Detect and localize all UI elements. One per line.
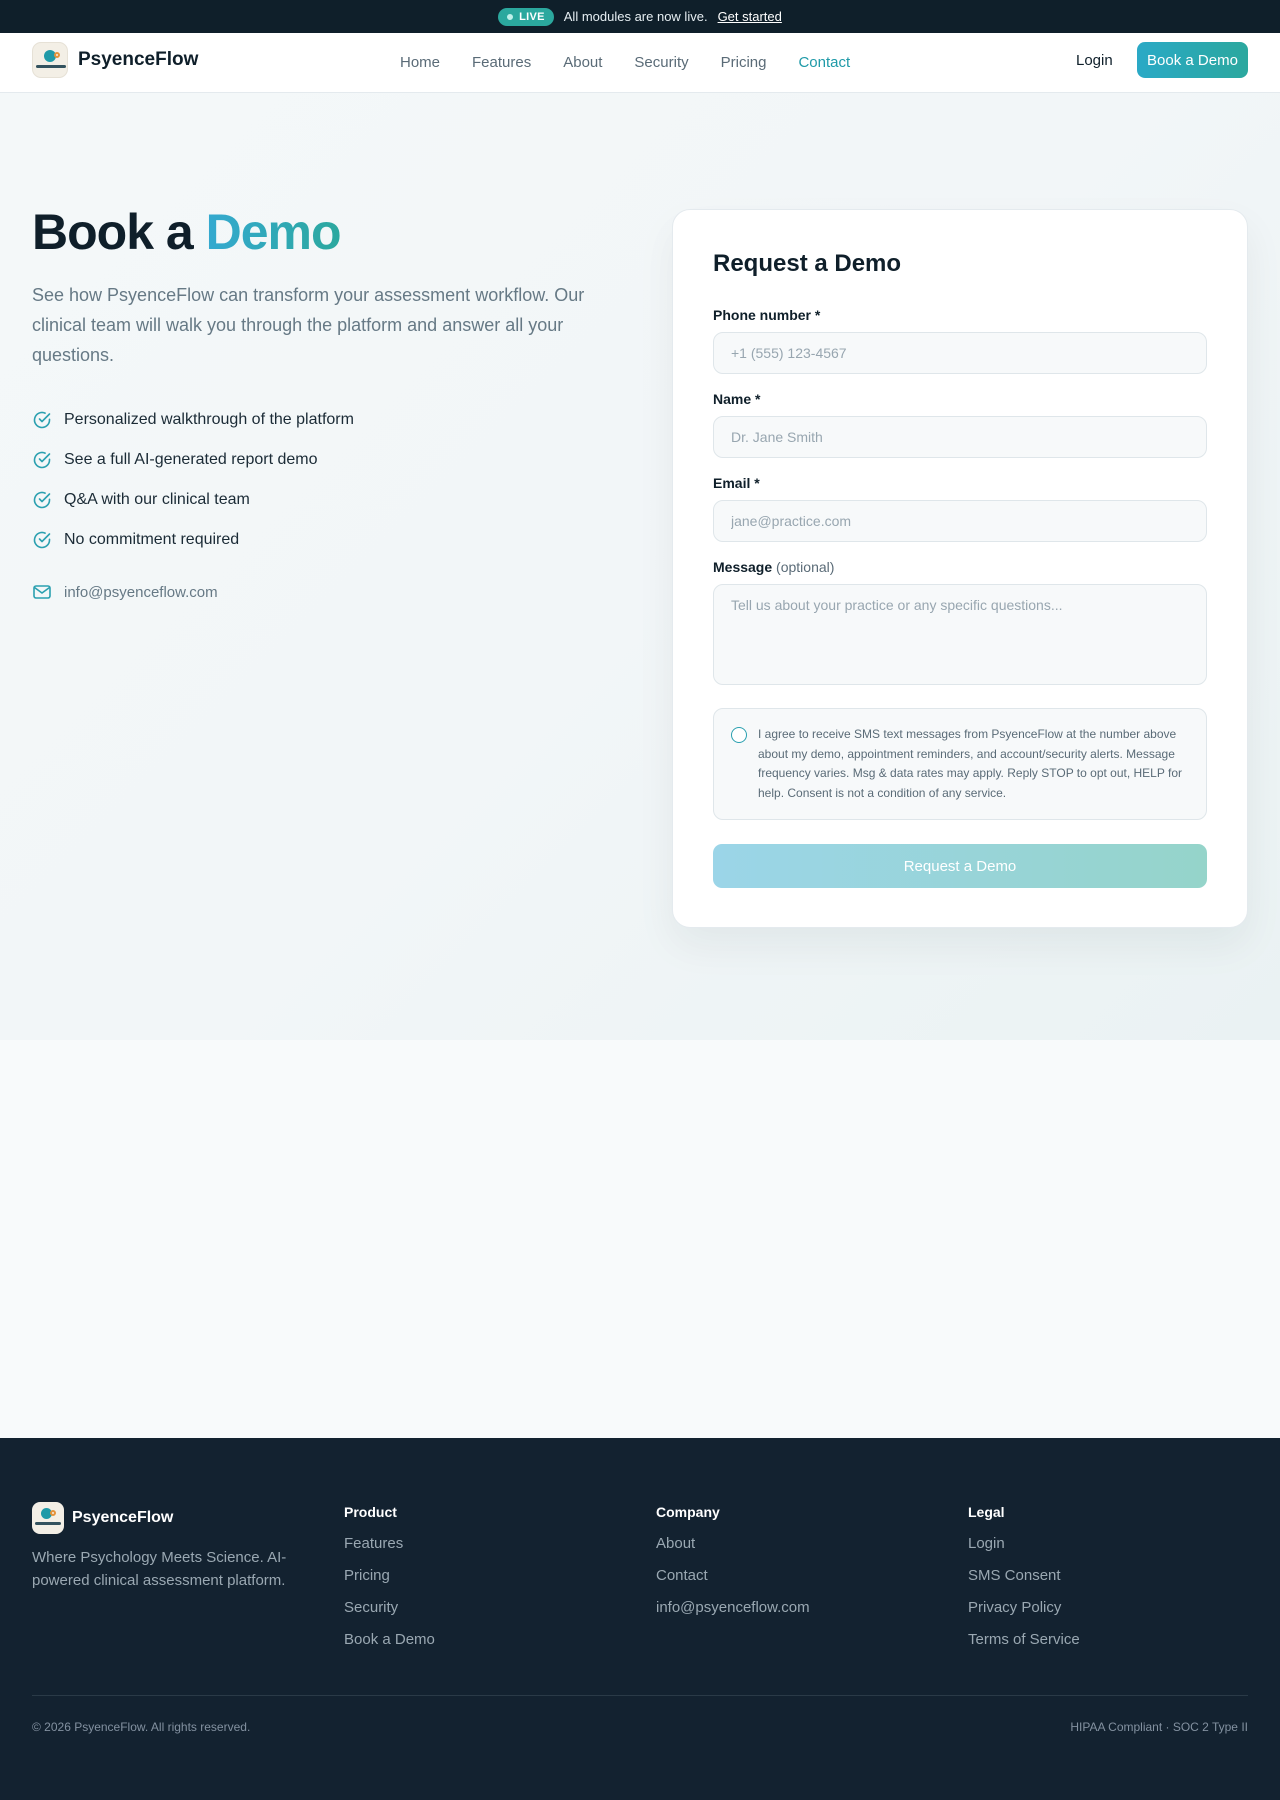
sms-consent-checkbox[interactable] — [731, 727, 747, 743]
footer-logo-icon — [32, 1502, 64, 1534]
phone-input[interactable] — [713, 332, 1207, 374]
footer-brand-name: PsyenceFlow — [72, 1509, 174, 1526]
footer-column-title: Legal — [968, 1504, 1005, 1520]
login-link[interactable]: Login — [1076, 52, 1113, 69]
footer-link-sms-consent[interactable]: SMS Consent — [968, 1566, 1080, 1598]
benefit-text: Personalized walkthrough of the platform — [64, 411, 354, 428]
phone-label: Phone number * — [713, 307, 821, 323]
live-badge-label: LIVE — [519, 10, 545, 23]
footer-link-contact[interactable]: Contact — [656, 1566, 810, 1598]
get-started-link[interactable]: Get started — [718, 9, 782, 24]
benefit-item: See a full AI-generated report demo — [32, 440, 354, 480]
footer-link-privacy-policy[interactable]: Privacy Policy — [968, 1598, 1080, 1630]
footer-column-title: Product — [344, 1504, 397, 1520]
message-label: Message (optional) — [713, 559, 834, 575]
nav-link-pricing[interactable]: Pricing — [721, 54, 767, 71]
contact-email[interactable]: info@psyenceflow.com — [32, 582, 218, 602]
contact-email-text: info@psyenceflow.com — [64, 583, 218, 601]
request-demo-submit-button[interactable]: Request a Demo — [713, 844, 1207, 888]
name-label: Name * — [713, 391, 761, 407]
message-optional-hint: (optional) — [776, 559, 835, 575]
footer-brand[interactable]: PsyenceFlow — [32, 1502, 173, 1534]
demo-request-card: Request a Demo Phone number * Name * Ema… — [672, 209, 1248, 928]
footer-link-terms[interactable]: Terms of Service — [968, 1630, 1080, 1662]
hero-subtitle: See how PsyenceFlow can transform your a… — [32, 285, 585, 365]
check-circle-icon — [33, 531, 51, 549]
announcement-bar: LIVE All modules are now live. Get start… — [0, 0, 1280, 33]
benefit-item: Q&A with our clinical team — [32, 480, 354, 520]
footer-link-security[interactable]: Security — [344, 1598, 435, 1630]
footer-divider — [32, 1695, 1248, 1696]
footer-link-email[interactable]: info@psyenceflow.com — [656, 1598, 810, 1630]
footer-link-about[interactable]: About — [656, 1534, 810, 1566]
footer-column-company: Company About Contact info@psyenceflow.c… — [656, 1504, 810, 1630]
email-input[interactable] — [713, 500, 1207, 542]
form-title: Request a Demo — [713, 250, 902, 277]
footer-column-product: Product Features Pricing Security Book a… — [344, 1504, 435, 1662]
footer-link-pricing[interactable]: Pricing — [344, 1566, 435, 1598]
benefit-item: No commitment required — [32, 520, 354, 560]
nav-link-contact[interactable]: Contact — [798, 54, 850, 71]
sms-consent-text: I agree to receive SMS text messages fro… — [758, 727, 1182, 800]
dot-icon — [507, 13, 514, 20]
logo-icon — [32, 42, 68, 78]
sms-consent-box: I agree to receive SMS text messages fro… — [713, 708, 1207, 820]
benefit-list: Personalized walkthrough of the platform… — [32, 400, 354, 560]
nav-link-security[interactable]: Security — [634, 54, 688, 71]
check-circle-icon — [33, 491, 51, 509]
nav-link-home[interactable]: Home — [400, 54, 440, 71]
announcement-text: All modules are now live. — [563, 9, 708, 24]
check-circle-icon — [33, 451, 51, 469]
name-input[interactable] — [713, 416, 1207, 458]
mail-icon — [33, 585, 51, 599]
check-circle-icon — [33, 411, 51, 429]
live-badge: LIVE — [498, 7, 554, 26]
footer-column-legal: Legal Login SMS Consent Privacy Policy T… — [968, 1504, 1080, 1662]
top-nav: PsyenceFlow Home Features About Security… — [0, 33, 1280, 93]
brand[interactable]: PsyenceFlow — [32, 42, 198, 78]
footer-link-features[interactable]: Features — [344, 1534, 435, 1566]
page-title-accent: Demo — [205, 204, 342, 260]
footer-link-login[interactable]: Login — [968, 1534, 1080, 1566]
benefit-item: Personalized walkthrough of the platform — [32, 400, 354, 440]
footer-tagline: Where Psychology Meets Science. AI-power… — [32, 1549, 287, 1589]
book-demo-button[interactable]: Book a Demo — [1137, 42, 1248, 78]
footer-compliance: HIPAA Compliant · SOC 2 Type II — [1070, 1720, 1248, 1734]
nav-links: Home Features About Security Pricing Con… — [400, 33, 850, 92]
nav-link-features[interactable]: Features — [472, 54, 531, 71]
benefit-text: See a full AI-generated report demo — [64, 451, 318, 468]
nav-link-about[interactable]: About — [563, 54, 602, 71]
footer-link-book-demo[interactable]: Book a Demo — [344, 1630, 435, 1662]
footer-copyright: © 2026 PsyenceFlow. All rights reserved. — [32, 1720, 251, 1734]
message-textarea[interactable] — [713, 584, 1207, 685]
benefit-text: No commitment required — [64, 531, 240, 548]
message-label-text: Message — [713, 559, 773, 575]
hero-section: Book a Demo See how PsyenceFlow can tran… — [0, 93, 1280, 1040]
brand-name: PsyenceFlow — [78, 49, 199, 70]
email-label: Email * — [713, 475, 760, 491]
page-title-prefix: Book a — [32, 204, 194, 260]
footer: PsyenceFlow Where Psychology Meets Scien… — [0, 1438, 1280, 1800]
benefit-text: Q&A with our clinical team — [64, 491, 250, 508]
footer-column-title: Company — [656, 1504, 720, 1520]
page-title: Book a Demo — [32, 203, 342, 261]
